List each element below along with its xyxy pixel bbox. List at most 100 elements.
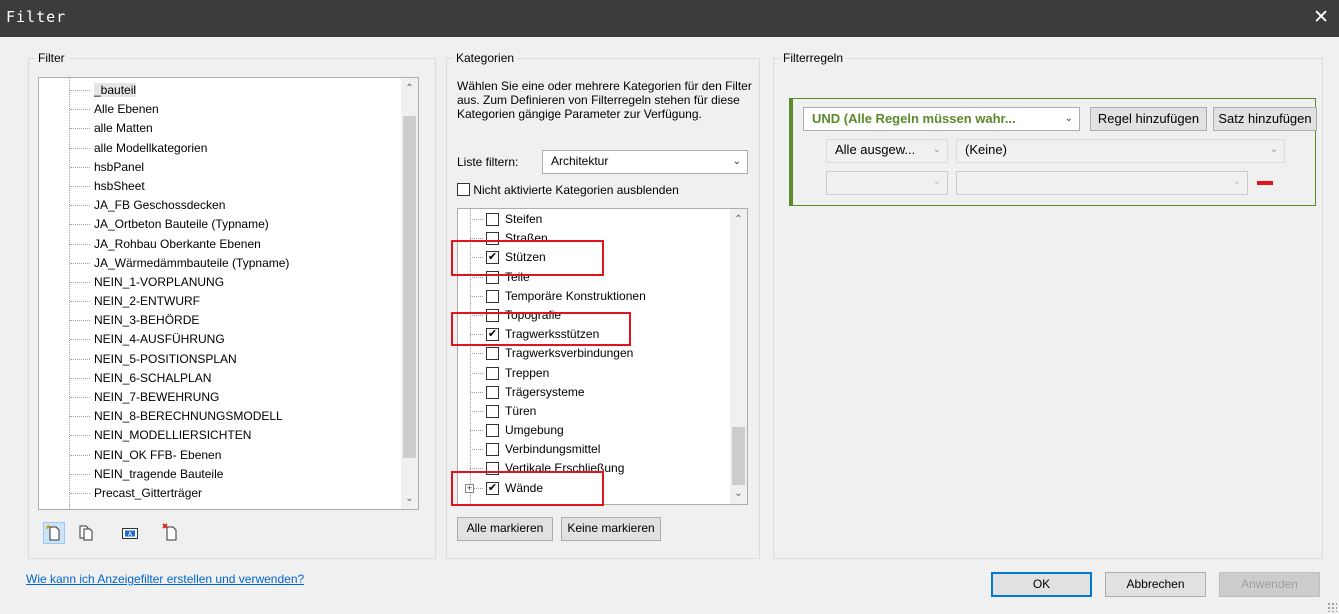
hide-unchecked-checkbox[interactable]: Nicht aktivierte Kategorien ausblenden (457, 182, 679, 197)
filter-list-item[interactable]: hsbPanel (39, 158, 401, 177)
filter-list-item-label: NEIN_4-AUSFÜHRUNG (94, 332, 225, 347)
filter-list-item[interactable]: NEIN_4-AUSFÜHRUNG (39, 330, 401, 349)
hide-unchecked-label: Nicht aktivierte Kategorien ausblenden (473, 182, 679, 197)
category-item-label: Verbindungsmittel (505, 442, 601, 457)
checkbox[interactable] (486, 213, 499, 226)
filter-list-item[interactable]: JA_Rohbau Oberkante Ebenen (39, 235, 401, 254)
filter-list-item[interactable]: NEIN_2-ENTWURF (39, 292, 401, 311)
filter-list-item[interactable]: NEIN_3-BEHÖRDE (39, 311, 401, 330)
category-item[interactable]: Verbindungsmittel (458, 440, 730, 459)
checkbox[interactable] (486, 347, 499, 361)
checkbox[interactable] (486, 404, 499, 418)
category-item-label: Steifen (505, 212, 543, 226)
scroll-thumb[interactable] (403, 116, 416, 458)
category-item[interactable]: Tragwerksverbindungen (458, 344, 730, 363)
filter-list-item[interactable]: NEIN_1-VORPLANUNG (39, 273, 401, 292)
add-set-button[interactable]: Satz hinzufügen (1213, 107, 1317, 131)
rule-parameter-dropdown[interactable]: Alle ausgew... ⌄ (826, 139, 948, 163)
filter-list-item[interactable]: NEIN_5-POSITIONSPLAN (39, 350, 401, 369)
filter-list-item-label: hsbPanel (94, 159, 145, 174)
scroll-down-icon[interactable]: ⌄ (401, 490, 418, 507)
filter-list-item-label: NEIN_6-SCHALPLAN (94, 370, 212, 385)
add-rule-button[interactable]: Regel hinzufügen (1090, 107, 1207, 131)
filter-list-item[interactable]: alle Matten (39, 119, 401, 138)
close-icon[interactable]: ✕ (1313, 6, 1329, 29)
chevron-down-icon: ⌄ (932, 144, 941, 155)
duplicate-filter-icon[interactable] (77, 524, 95, 542)
category-item-label: Türen (505, 403, 537, 418)
help-link[interactable]: Wie kann ich Anzeigefilter erstellen und… (26, 572, 304, 586)
chevron-down-icon: ⌄ (1232, 176, 1241, 187)
checkbox[interactable] (486, 289, 499, 303)
scroll-up-icon[interactable]: ⌃ (401, 80, 418, 97)
scroll-thumb[interactable] (732, 427, 745, 485)
chevron-down-icon: ⌄ (1064, 113, 1073, 124)
category-item[interactable]: Umgebung (458, 421, 730, 440)
window-title: Filter (6, 8, 67, 26)
list-filter-value: Architektur (551, 154, 609, 168)
filter-list-item[interactable]: NEIN_tragende Bauteile (39, 465, 401, 484)
filter-list-item[interactable]: NEIN_8-BERECHNUNGSMODELL (39, 407, 401, 426)
category-item-label: Treppen (505, 365, 550, 380)
filter-list-item-label: hsbSheet (94, 178, 145, 193)
category-item[interactable]: Temporäre Konstruktionen (458, 287, 730, 306)
filter-list-item[interactable]: JA_FB Geschossdecken (39, 196, 401, 215)
check-all-button[interactable]: Alle markieren (457, 517, 553, 541)
filter-list-item-label: JA_Wärmedämmbauteile (Typname) (94, 255, 290, 270)
resize-grip-icon[interactable] (1327, 602, 1337, 612)
rules-group: Filterregeln UND (Alle Regeln müssen wah… (773, 51, 1323, 559)
category-item[interactable]: Trägersysteme (458, 383, 730, 402)
list-filter-dropdown[interactable]: Architektur ⌄ (542, 150, 748, 174)
scroll-down-icon[interactable]: ⌄ (730, 485, 747, 502)
filter-list-item-label: Alle Ebenen (94, 102, 159, 117)
filter-list-item-label: alle Modellkategorien (94, 140, 208, 155)
checkbox[interactable] (486, 424, 499, 438)
new-filter-icon[interactable] (43, 522, 65, 544)
title-bar: Filter ✕ (0, 0, 1339, 37)
filter-list-item[interactable]: Alle Ebenen (39, 100, 401, 119)
checkbox[interactable] (486, 366, 499, 380)
checkbox[interactable] (486, 443, 499, 457)
logic-dropdown[interactable]: UND (Alle Regeln müssen wahr... ⌄ (803, 107, 1080, 131)
rule-value-dropdown[interactable]: (Keine) ⌄ (956, 139, 1285, 163)
filter-list-item[interactable]: JA_Ortbeton Bauteile (Typname) (39, 215, 401, 234)
rename-filter-icon[interactable]: A (121, 524, 139, 542)
check-none-button[interactable]: Keine markieren (561, 517, 661, 541)
filter-list-item[interactable]: NEIN_OK FFB- Ebenen (39, 446, 401, 465)
filter-list-item-label: NEIN_OK FFB- Ebenen (94, 447, 222, 462)
category-item-label: Umgebung (505, 423, 564, 438)
filter-list-item[interactable]: hsbSheet (39, 177, 401, 196)
ok-button[interactable]: OK (991, 572, 1092, 597)
delete-filter-icon[interactable] (161, 522, 179, 541)
category-item[interactable]: Treppen (458, 364, 730, 383)
filter-list-item-label: NEIN_MODELLIERSICHTEN (94, 428, 252, 443)
filter-list-item[interactable]: _bauteil (39, 81, 401, 100)
cancel-button[interactable]: Abbrechen (1105, 572, 1206, 597)
category-item[interactable]: Türen (458, 402, 730, 421)
rule-operator-dropdown-empty[interactable]: ⌄ (826, 171, 948, 195)
category-item[interactable]: Steifen (458, 210, 730, 229)
rule-value-dropdown-empty[interactable]: ⌄ (956, 171, 1248, 195)
filter-list-item[interactable]: NEIN_6-SCHALPLAN (39, 369, 401, 388)
hide-unchecked-box[interactable] (457, 183, 470, 197)
chevron-down-icon: ⌄ (1269, 144, 1278, 155)
list-filter-label: Liste filtern: (457, 155, 519, 169)
filter-list-item-label: _bauteil (94, 83, 137, 97)
filter-list-item[interactable]: NEIN_MODELLIERSICHTEN (39, 426, 401, 445)
categories-scrollbar[interactable]: ⌃ ⌄ (730, 209, 747, 504)
apply-button[interactable]: Anwenden (1219, 572, 1320, 597)
filter-list-item[interactable]: NEIN_7-BEWEHRUNG (39, 388, 401, 407)
filter-list-item-label: JA_Rohbau Oberkante Ebenen (94, 236, 261, 251)
checkbox[interactable] (486, 385, 499, 399)
filter-list-item-label: NEIN_1-VORPLANUNG (94, 274, 225, 289)
scroll-up-icon[interactable]: ⌃ (730, 211, 747, 228)
filter-tree-scrollbar[interactable]: ⌃ ⌄ (401, 78, 418, 509)
logic-value: UND (Alle Regeln müssen wahr... (812, 111, 1016, 126)
filter-list-item-label: Precast_Gitterträger (94, 485, 203, 500)
filter-list-item[interactable]: Precast_Gitterträger (39, 484, 401, 503)
filter-list-item[interactable]: JA_Wärmedämmbauteile (Typname) (39, 254, 401, 273)
filter-list-item[interactable]: alle Modellkategorien (39, 139, 401, 158)
remove-rule-icon[interactable] (1257, 181, 1273, 185)
category-item-label: Tragwerksverbindungen (505, 346, 634, 361)
filter-tree[interactable]: _bauteil Alle Ebenen alle Matten alle Model… (38, 77, 419, 510)
